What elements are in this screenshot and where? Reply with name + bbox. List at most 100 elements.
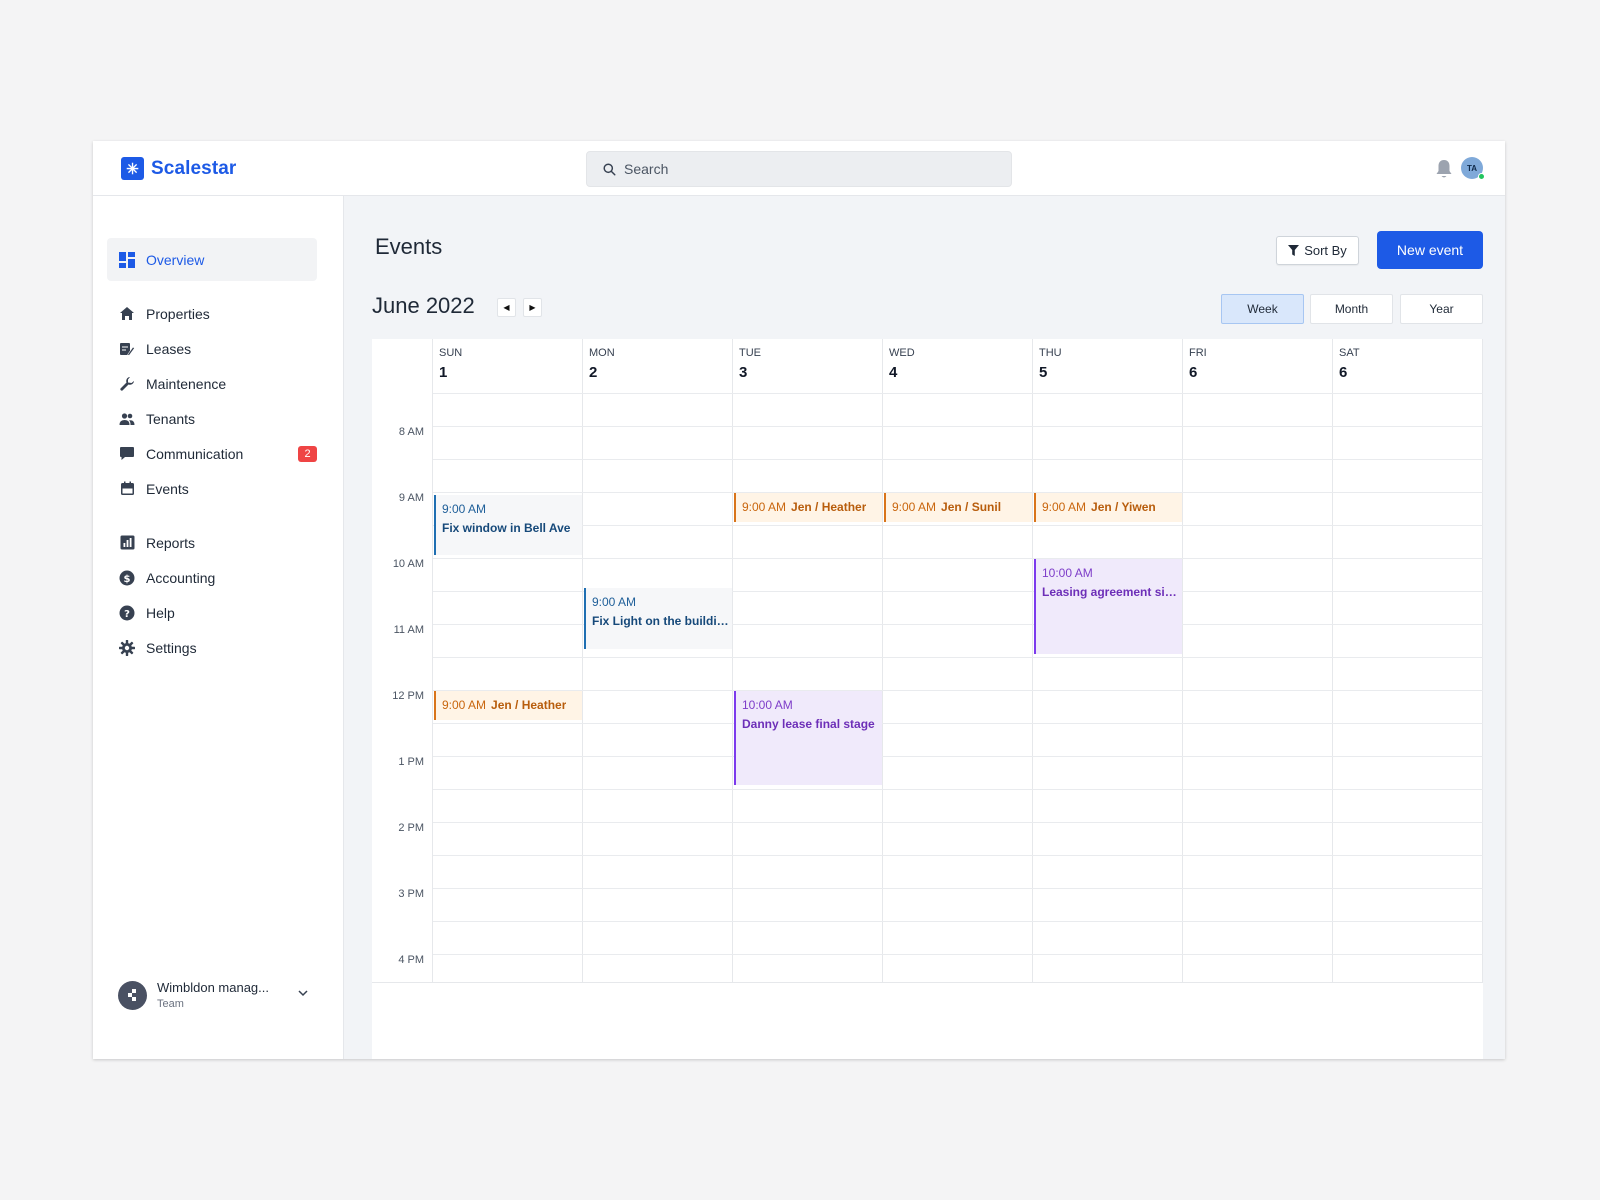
- sidebar-item-label: Reports: [146, 534, 196, 551]
- search-icon: [603, 162, 616, 176]
- chevron-right-icon: ▶: [529, 303, 536, 312]
- grid-line: [433, 723, 1483, 724]
- next-month-button[interactable]: ▶: [523, 298, 542, 317]
- app-window: ✳ Scalestar TA Overview Properties Lease…: [93, 141, 1505, 1059]
- chevron-left-icon: ◀: [503, 303, 510, 312]
- time-label: 9 AM: [398, 492, 424, 504]
- grid-line: [433, 822, 1483, 823]
- event-title: Jen / Sunil: [941, 500, 1002, 514]
- team-switcher[interactable]: Wimbldon manag... Team: [118, 978, 318, 1012]
- time-label: 12 PM: [392, 690, 424, 702]
- grid-line: [433, 657, 1483, 658]
- search-bar[interactable]: [586, 151, 1012, 187]
- sidebar-item-events[interactable]: Events: [107, 467, 317, 510]
- sidebar-item-label: Leases: [146, 340, 192, 357]
- day-column-sat[interactable]: SAT 6: [1333, 339, 1483, 982]
- sidebar-item-label: Communication: [146, 445, 244, 462]
- day-column-sun[interactable]: SUN 1: [433, 339, 583, 982]
- search-input[interactable]: [624, 161, 984, 177]
- grid-line: [433, 690, 1483, 691]
- view-month-button[interactable]: Month: [1310, 294, 1393, 324]
- bell-icon[interactable]: [1434, 158, 1454, 180]
- event-card[interactable]: 10:00 AM Leasing agreement sig...: [1034, 559, 1182, 654]
- event-title: Jen / Yiwen: [1091, 500, 1156, 514]
- grid-line: [372, 982, 1483, 983]
- event-card[interactable]: 9:00 AM Jen / Yiwen: [1034, 493, 1182, 522]
- day-number: 6: [1189, 364, 1198, 381]
- grid-line: [433, 888, 1483, 889]
- time-label: 1 PM: [398, 756, 424, 768]
- logo[interactable]: ✳ Scalestar: [121, 157, 236, 180]
- sidebar-item-label: Events: [146, 480, 189, 497]
- event-title: Leasing agreement sig...: [1042, 585, 1182, 599]
- grid-line: [433, 855, 1483, 856]
- chevron-down-icon[interactable]: [298, 990, 308, 997]
- sidebar-item-label: Properties: [146, 305, 210, 322]
- event-time: 9:00 AM: [442, 502, 487, 516]
- grid-icon: [119, 251, 135, 268]
- sort-by-button[interactable]: Sort By: [1276, 236, 1359, 265]
- team-name: Wimbldon manag...: [157, 980, 269, 995]
- event-card[interactable]: 9:00 AM Jen / Sunil: [884, 493, 1032, 522]
- grid-line: [433, 558, 1483, 559]
- team-role: Team: [157, 998, 184, 1010]
- unread-badge: 2: [298, 446, 317, 462]
- day-column-wed[interactable]: WED 4: [883, 339, 1033, 982]
- home-icon: [119, 306, 135, 322]
- grid-line: [433, 525, 1483, 526]
- day-number: 5: [1039, 364, 1048, 381]
- day-name: FRI: [1189, 347, 1207, 359]
- document-edit-icon: [119, 341, 135, 357]
- calendar-icon: [119, 481, 135, 497]
- event-card[interactable]: 9:00 AM Jen / Heather: [734, 493, 882, 522]
- event-title: Danny lease final stage: [742, 717, 875, 731]
- time-label: 3 PM: [398, 888, 424, 900]
- grid-line: [433, 921, 1483, 922]
- event-title: Fix Light on the buildin...: [592, 614, 732, 628]
- day-column-mon[interactable]: MON 2: [583, 339, 733, 982]
- day-number: 2: [589, 364, 598, 381]
- svg-text:?: ?: [124, 609, 130, 620]
- time-column: 8 AM 9 AM 10 AM 11 AM 12 PM 1 PM 2 PM 3 …: [372, 339, 433, 982]
- page-title: Events: [375, 234, 443, 259]
- day-name: THU: [1039, 347, 1062, 359]
- event-title: Jen / Heather: [791, 500, 867, 514]
- time-label: 11 AM: [393, 624, 424, 636]
- event-time: 9:00 AM: [892, 500, 937, 514]
- grid-line: [433, 789, 1483, 790]
- day-column-fri[interactable]: FRI 6: [1183, 339, 1333, 982]
- gear-icon: [119, 639, 135, 656]
- sidebar-item-label: Tenants: [146, 410, 196, 427]
- sidebar-item-label: Help: [146, 604, 175, 621]
- day-number: 1: [439, 364, 448, 381]
- sidebar-item-label: Maintenence: [146, 375, 227, 392]
- view-year-button[interactable]: Year: [1400, 294, 1483, 324]
- sidebar-item-label: Accounting: [146, 569, 216, 586]
- sidebar-item-overview[interactable]: Overview: [107, 238, 317, 281]
- top-bar: ✳ Scalestar TA: [93, 141, 1505, 196]
- filter-icon: [1288, 245, 1300, 256]
- event-title: Jen / Heather: [491, 698, 567, 712]
- day-number: 4: [889, 364, 898, 381]
- day-name: SAT: [1339, 347, 1360, 359]
- day-column-tue[interactable]: TUE 3: [733, 339, 883, 982]
- prev-month-button[interactable]: ◀: [497, 298, 516, 317]
- grid-line: [433, 756, 1483, 757]
- sidebar: Overview Properties Leases Maintenence T…: [93, 196, 344, 1059]
- new-event-button[interactable]: New event: [1377, 231, 1483, 269]
- view-week-button[interactable]: Week: [1221, 294, 1304, 324]
- avatar[interactable]: TA: [1461, 157, 1485, 180]
- time-label: 4 PM: [398, 954, 424, 966]
- event-card[interactable]: 9:00 AM Jen / Heather: [434, 691, 582, 720]
- dollar-icon: $: [119, 570, 135, 586]
- wrench-icon: [119, 376, 135, 392]
- grid-line: [433, 459, 1483, 460]
- event-time: 9:00 AM: [742, 500, 787, 514]
- sidebar-item-settings[interactable]: Settings: [107, 626, 317, 669]
- day-column-thu[interactable]: THU 5: [1033, 339, 1183, 982]
- sidebar-item-label: Settings: [146, 639, 197, 656]
- event-card[interactable]: 9:00 AM Fix window in Bell Ave: [434, 495, 582, 555]
- event-card[interactable]: 9:00 AM Fix Light on the buildin...: [584, 588, 732, 649]
- event-time: 10:00 AM: [742, 698, 793, 712]
- event-card[interactable]: 10:00 AM Danny lease final stage: [734, 691, 882, 785]
